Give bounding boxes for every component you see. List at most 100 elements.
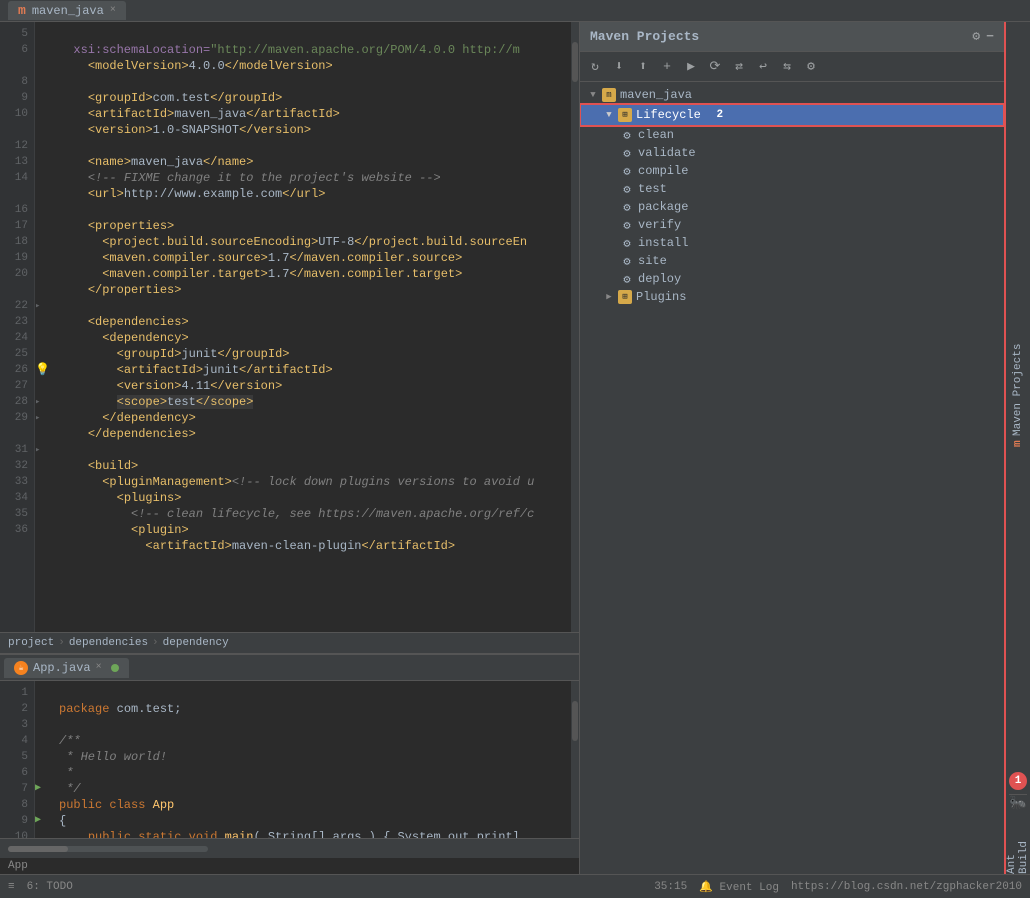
- bottom-file-label: App: [0, 858, 579, 874]
- right-sidebar: m Maven Projects 1 🐜 Ant Build: [1004, 22, 1030, 874]
- maven-tree: ▼ m maven_java ▼ ⊞ Lifecycle 2 ⚙ clean ⚙…: [580, 82, 1004, 874]
- event-log-btn[interactable]: 🔔 Event Log: [699, 880, 779, 894]
- tree-clean-label: clean: [638, 128, 674, 142]
- breadcrumb-dependencies[interactable]: dependencies: [69, 637, 148, 649]
- package-gear-icon: ⚙: [620, 200, 634, 214]
- tree-compile-label: compile: [638, 164, 688, 178]
- ant-build-section[interactable]: 🐜 Ant Build: [1009, 794, 1026, 874]
- tree-item-verify[interactable]: ⚙ verify: [580, 216, 1004, 234]
- tree-item-validate[interactable]: ⚙ validate: [580, 144, 1004, 162]
- tree-verify-label: verify: [638, 218, 681, 232]
- bottom-editor: ☕ App.java × 123456 789101112 1314 ▶: [0, 654, 579, 874]
- tree-plugins-item[interactable]: ▶ ⊞ Plugins: [580, 288, 1004, 306]
- status-left: ≡ 6: TODO: [8, 881, 73, 893]
- test-gear-icon: ⚙: [620, 182, 634, 196]
- clean-gear-icon: ⚙: [620, 128, 634, 142]
- java-icon: ☕: [14, 661, 28, 675]
- compile-gear-icon: ⚙: [620, 164, 634, 178]
- site-gear-icon: ⚙: [620, 254, 634, 268]
- editor-scrollbar[interactable]: [571, 22, 579, 632]
- app-java-tab[interactable]: ☕ App.java ×: [4, 658, 129, 678]
- lifecycle-badge: 2: [711, 106, 729, 124]
- maven-java-tab[interactable]: m maven_java ×: [8, 1, 126, 20]
- close-app-tab[interactable]: ×: [96, 662, 102, 673]
- maven-folder-icon: m: [602, 88, 616, 102]
- lifecycle-arrow: ▼: [604, 110, 614, 120]
- maven-upload-btn[interactable]: ⬆: [632, 56, 654, 78]
- bottom-code-content: 123456 789101112 1314 ▶ ▶ package com.te…: [0, 681, 579, 838]
- maven-settings-btn[interactable]: ⚙: [800, 56, 822, 78]
- maven-skip-btn[interactable]: ↩: [752, 56, 774, 78]
- file-saved-indicator: [111, 664, 119, 672]
- maven-icon: m: [18, 3, 26, 18]
- tree-item-package[interactable]: ⚙ package: [580, 198, 1004, 216]
- code-text-top[interactable]: xsi:schemaLocation="http://maven.apache.…: [51, 22, 571, 632]
- title-bar: m maven_java ×: [0, 0, 1030, 22]
- bottom-scroll: [8, 846, 208, 852]
- main-area: 56 89 10 121314 16171819 20 222324 25262…: [0, 22, 1030, 874]
- todo-label[interactable]: 6: TODO: [27, 881, 73, 893]
- maven-minimize-icon[interactable]: −: [986, 29, 994, 44]
- maven-run-btn[interactable]: ▶: [680, 56, 702, 78]
- maven-header: Maven Projects ⚙ −: [580, 22, 1004, 52]
- url-label: https://blog.csdn.net/zgphacker2010: [791, 881, 1022, 893]
- tab-title: maven_java: [32, 4, 104, 18]
- bottom-scrollbar[interactable]: [571, 681, 579, 838]
- tree-validate-label: validate: [638, 146, 696, 160]
- ant-icon: 🐜: [1009, 795, 1026, 812]
- tree-deploy-label: deploy: [638, 272, 681, 286]
- line-numbers: 56 89 10 121314 16171819 20 222324 25262…: [0, 22, 35, 632]
- plugins-arrow: ▶: [604, 292, 614, 302]
- tree-site-label: site: [638, 254, 667, 268]
- status-menu-icon[interactable]: ≡: [8, 881, 15, 893]
- code-editor-top: 56 89 10 121314 16171819 20 222324 25262…: [0, 22, 579, 632]
- root-arrow: ▼: [588, 90, 598, 100]
- maven-projects-sidebar-tab[interactable]: m Maven Projects: [1012, 22, 1024, 768]
- maven-refresh-btn[interactable]: ↻: [584, 56, 606, 78]
- tree-item-deploy[interactable]: ⚙ deploy: [580, 270, 1004, 288]
- sidebar-badge: 1: [1009, 772, 1027, 790]
- maven-settings-icon[interactable]: ⚙: [972, 29, 980, 44]
- install-gear-icon: ⚙: [620, 236, 634, 250]
- maven-add-btn[interactable]: +: [656, 56, 678, 78]
- validate-gear-icon: ⚙: [620, 146, 634, 160]
- maven-panel: Maven Projects ⚙ − ↻ ⬇ ⬆ + ▶ ⟳ ⇄ ↩ ⇆ ⚙ ▼…: [580, 22, 1004, 874]
- close-tab-button[interactable]: ×: [110, 5, 116, 16]
- tree-root-item[interactable]: ▼ m maven_java: [580, 86, 1004, 104]
- maven-filter-btn[interactable]: ⇆: [776, 56, 798, 78]
- maven-run-debug-btn[interactable]: ⟳: [704, 56, 726, 78]
- sidebar-m-icon: m: [1012, 440, 1024, 447]
- breadcrumb-project[interactable]: project: [8, 637, 54, 649]
- tree-install-label: install: [638, 236, 688, 250]
- tree-item-compile[interactable]: ⚙ compile: [580, 162, 1004, 180]
- tree-item-test[interactable]: ⚙ test: [580, 180, 1004, 198]
- position-label: 35:15: [654, 881, 687, 893]
- tree-lifecycle-item[interactable]: ▼ ⊞ Lifecycle 2: [580, 104, 1004, 126]
- breadcrumb-sep-1: ›: [58, 637, 65, 649]
- tree-item-clean[interactable]: ⚙ clean: [580, 126, 1004, 144]
- sidebar-maven-label: Maven Projects: [1012, 343, 1024, 435]
- maven-link-btn[interactable]: ⇄: [728, 56, 750, 78]
- plugins-folder-icon: ⊞: [618, 290, 632, 304]
- maven-panel-title: Maven Projects: [590, 29, 699, 44]
- maven-download-btn[interactable]: ⬇: [608, 56, 630, 78]
- breadcrumb-dependency[interactable]: dependency: [163, 637, 229, 649]
- tree-lifecycle-label: Lifecycle: [636, 108, 701, 122]
- tree-plugins-label: Plugins: [636, 290, 686, 304]
- tree-root-label: maven_java: [620, 88, 692, 102]
- tree-package-label: package: [638, 200, 688, 214]
- bottom-code-text[interactable]: package com.test; /** * Hello world! * *…: [51, 681, 571, 838]
- breadcrumb-sep-2: ›: [152, 637, 159, 649]
- app-java-tab-label: App.java: [33, 661, 91, 675]
- tree-item-install[interactable]: ⚙ install: [580, 234, 1004, 252]
- code-content-top: 56 89 10 121314 16171819 20 222324 25262…: [0, 22, 579, 632]
- status-bar: ≡ 6: TODO 35:15 🔔 Event Log https://blog…: [0, 874, 1030, 898]
- tree-item-site[interactable]: ⚙ site: [580, 252, 1004, 270]
- status-right: 35:15 🔔 Event Log https://blog.csdn.net/…: [654, 880, 1022, 894]
- deploy-gear-icon: ⚙: [620, 272, 634, 286]
- editor-pane: 56 89 10 121314 16171819 20 222324 25262…: [0, 22, 580, 874]
- ant-build-label: Ant Build: [1006, 816, 1030, 874]
- bottom-editor-tab-bar: ☕ App.java ×: [0, 655, 579, 681]
- verify-gear-icon: ⚙: [620, 218, 634, 232]
- lifecycle-folder-icon: ⊞: [618, 108, 632, 122]
